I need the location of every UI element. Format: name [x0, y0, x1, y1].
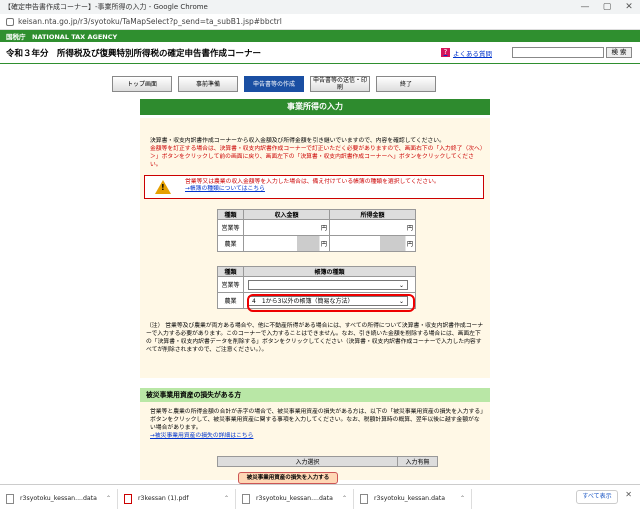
ledger-types-link[interactable]: →帳簿の種類についてはこちら [185, 186, 265, 192]
chevron-up-icon[interactable]: ⌃ [224, 495, 229, 502]
step-create: 申告書等の作成 [244, 76, 304, 92]
step-top: トップ画面 [112, 76, 172, 92]
faq-label[interactable]: よくある質問 [453, 48, 492, 58]
file-icon [6, 493, 14, 504]
agency-label: 国税庁 NATIONAL TAX AGENCY [6, 33, 118, 41]
disaster-input-button[interactable]: 被災事業用資産の損失を入力する [238, 472, 338, 484]
note-label: （注） [146, 323, 164, 329]
window-title: 【確定申告書作成コーナー】-事業所得の入力 - Google Chrome [4, 3, 208, 11]
download-bar: r3syotoku_kessan....data ⌃ r3kessan (1).… [0, 484, 640, 512]
download-name: r3syotoku_kessan....data [256, 495, 333, 502]
table-row: 営業等 ⌄ [217, 276, 416, 293]
file-icon [360, 493, 368, 504]
col-ledger: 帳簿の種類 [243, 266, 416, 277]
agency-bar: 国税庁 NATIONAL TAX AGENCY [0, 30, 640, 42]
col-input-select: 入力選択 [217, 456, 398, 467]
help-icon: ? [441, 48, 450, 57]
disaster-intro: 営業等と農業の所得金額の合計が赤字の場合で、被災事業用資産の損失がある方は、以下… [150, 408, 485, 440]
download-name: r3syotoku_kessan....data [20, 495, 97, 502]
file-icon [242, 493, 250, 504]
download-name: r3kessan (1).pdf [138, 495, 189, 502]
note-body: 営業等及び農業が両方ある場合や、他に不動産所得がある場合には、すべての所得につい… [146, 323, 484, 353]
step-send-print: 申告書等の送信・印刷 [310, 76, 370, 92]
download-item[interactable]: r3syotoku_kessan....data ⌃ [6, 488, 118, 509]
page-title: 事業所得の入力 [140, 99, 490, 115]
col-income: 収入金額 [243, 209, 330, 220]
download-item[interactable]: r3syotoku_kessan.data ⌃ [360, 488, 472, 509]
step-preparation: 事前準備 [178, 76, 238, 92]
row-type: 営業等 [217, 219, 244, 236]
note-text: （注） 営業等及び農業が両方ある場合や、他に不動産所得がある場合には、すべての所… [146, 322, 486, 354]
close-icon[interactable]: ✕ [625, 490, 632, 499]
maximize-icon[interactable]: ▢ [596, 2, 618, 12]
ledger-notice: ! 営業等又は農業の収入金額等を入力した場合は、備え付けている帳簿の種類を選択し… [144, 175, 484, 199]
intro-line: 決算書・収支内訳書作成コーナーから収入金額及び所得金額を引き継いでいますので、内… [150, 138, 445, 144]
show-all-button[interactable]: すべて表示 [576, 490, 618, 504]
table-row: 営業等 円 円 [217, 219, 416, 236]
col-type: 種類 [217, 266, 244, 277]
chevron-up-icon[interactable]: ⌃ [342, 495, 347, 502]
chevron-down-icon: ⌄ [398, 281, 404, 289]
disaster-text: 営業等と農業の所得金額の合計が赤字の場合で、被災事業用資産の損失がある方は、以下… [150, 409, 484, 431]
search-input[interactable] [512, 47, 604, 58]
row-type: 営業等 [217, 276, 244, 293]
income-table: 種類 収入金額 所得金額 営業等 円 円 農業 円 円 [217, 209, 416, 252]
ledger-select-business[interactable]: ⌄ [248, 279, 408, 290]
row-type: 農業 [217, 235, 244, 252]
col-input-status: 入力有無 [397, 456, 438, 467]
profit-value: 円 [329, 219, 416, 236]
disaster-table: 入力選択 入力有無 [217, 456, 438, 467]
address-bar[interactable]: keisan.nta.go.jp/r3/syotoku/TaMapSelect?… [0, 14, 640, 30]
selection-highlight [247, 294, 415, 312]
window-title-bar: 【確定申告書作成コーナー】-事業所得の入力 - Google Chrome — … [0, 0, 640, 14]
notice-message: 営業等又は農業の収入金額等を入力した場合は、備え付けている帳簿の種類を選択してく… [185, 179, 440, 185]
url-text[interactable]: keisan.nta.go.jp/r3/syotoku/TaMapSelect?… [18, 17, 282, 26]
pdf-icon [124, 493, 132, 504]
disaster-section-title: 被災事業用資産の損失がある方 [140, 388, 490, 402]
download-item[interactable]: r3kessan (1).pdf ⌃ [124, 488, 236, 509]
intro-text: 決算書・収支内訳書作成コーナーから収入金額及び所得金額を引き継いでいますので、内… [150, 137, 485, 169]
income-value: 円 [243, 219, 330, 236]
disaster-link[interactable]: →被災事業用資産の損失の詳細はこちら [150, 433, 253, 439]
intro-warning: 金額等を訂正する場合は、決算書・収支内訳書作成コーナーで訂正いただく必要がありま… [150, 146, 483, 168]
row-type: 農業 [217, 292, 244, 309]
warning-mark: ! [161, 183, 165, 192]
table-row: 農業 円 円 [217, 235, 416, 252]
income-value: 円 [243, 235, 330, 252]
chevron-up-icon[interactable]: ⌃ [106, 495, 111, 502]
step-navigation: トップ画面 事前準備 申告書等の作成 申告書等の送信・印刷 終了 [112, 76, 442, 92]
download-name: r3syotoku_kessan.data [374, 495, 446, 502]
col-profit: 所得金額 [329, 209, 416, 220]
page-header: 令和３年分 所得税及び復興特別所得税の確定申告書作成コーナー ? よくある質問 … [0, 42, 640, 64]
lock-icon [6, 17, 14, 26]
site-title: 令和３年分 所得税及び復興特別所得税の確定申告書作成コーナー [6, 48, 262, 59]
search-button[interactable]: 検 索 [606, 47, 632, 58]
col-type: 種類 [217, 209, 244, 220]
chevron-up-icon[interactable]: ⌃ [460, 495, 465, 502]
close-icon[interactable]: ✕ [618, 2, 640, 12]
step-finish: 終了 [376, 76, 436, 92]
download-item[interactable]: r3syotoku_kessan....data ⌃ [242, 488, 354, 509]
faq-link[interactable]: ? よくある質問 [441, 48, 492, 58]
minimize-icon[interactable]: — [574, 2, 596, 12]
profit-value: 円 [329, 235, 416, 252]
